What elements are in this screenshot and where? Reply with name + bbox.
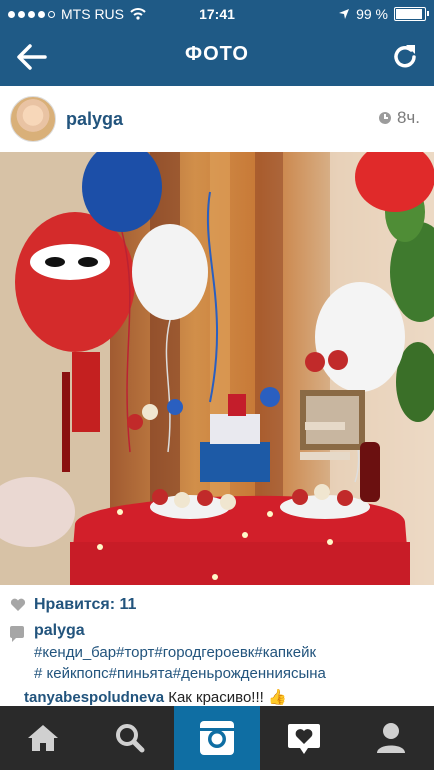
comment: tanyabespoludneva Как красиво!!! 👍: [24, 688, 287, 706]
heart-icon: [10, 598, 26, 611]
home-icon: [28, 725, 59, 751]
activity-icon: [287, 724, 320, 754]
status-bar: MTS RUS 17:41 99 %: [0, 0, 434, 28]
caption-hashtags-line-2[interactable]: # кейкпопс#пиньята#деньрожденниясына: [34, 665, 326, 682]
tab-search[interactable]: [87, 706, 174, 770]
post-time: 8ч.: [378, 108, 420, 128]
tab-camera[interactable]: [173, 706, 261, 770]
refresh-icon[interactable]: [390, 42, 420, 72]
avatar[interactable]: [10, 96, 56, 142]
comment-author[interactable]: tanyabespoludneva: [24, 689, 164, 706]
tab-activity[interactable]: [260, 706, 347, 770]
likes-row[interactable]: Нравится: 11: [10, 596, 136, 614]
caption-hashtags-line-1[interactable]: #кенди_бар#торт#городгероевк#капкейк: [34, 644, 316, 661]
post-username[interactable]: palyga: [66, 109, 123, 130]
location-icon: [339, 9, 350, 19]
post-photo[interactable]: [0, 152, 434, 585]
tab-profile[interactable]: [347, 706, 434, 770]
likes-count: Нравится: 11: [34, 596, 137, 613]
post-header: palyga 8ч.: [0, 86, 434, 152]
battery-label: 99 %: [356, 6, 388, 22]
profile-icon: [376, 723, 405, 753]
caption-author[interactable]: palyga: [34, 622, 85, 640]
party-scene-image: [0, 152, 434, 585]
comment-text: Как красиво!!! 👍: [168, 689, 287, 706]
post-time-label: 8ч.: [396, 108, 420, 127]
top-bar: MTS RUS 17:41 99 % ФОТО: [0, 0, 434, 86]
page-title: ФОТО: [185, 43, 249, 65]
nav-bar: ФОТО: [0, 28, 434, 86]
battery-icon: [394, 7, 429, 21]
camera-icon: [199, 721, 234, 755]
comment-bubble-icon: [10, 626, 24, 642]
status-right: 99 %: [338, 6, 429, 22]
tab-bar: [0, 706, 434, 770]
clock-icon: [378, 112, 391, 124]
search-icon: [116, 724, 145, 753]
tab-home[interactable]: [0, 706, 87, 770]
